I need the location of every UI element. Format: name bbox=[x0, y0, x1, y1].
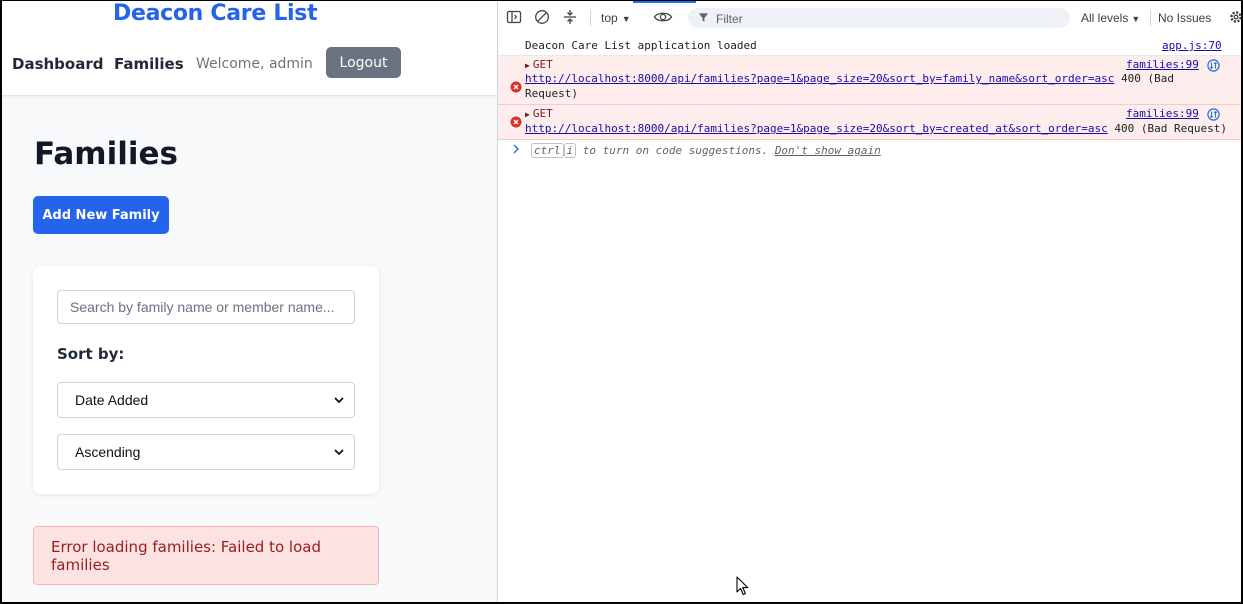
console-message-error: ▶ GET families:99 http://localhost:8000/a… bbox=[498, 56, 1243, 105]
app-header: Deacon Care List Dashboard Families Welc… bbox=[0, 0, 497, 96]
console-message-text: Deacon Care List application loaded bbox=[525, 39, 757, 52]
console-prompt-row[interactable]: ctrl i to turn on code suggestions. Don't… bbox=[498, 140, 1243, 162]
dont-show-again-link[interactable]: Don't show again bbox=[775, 144, 881, 157]
kbd-ctrl: ctrl bbox=[531, 143, 564, 158]
request-detail: http://localhost:8000/api/families?page=… bbox=[525, 72, 1174, 85]
prompt-chevron-icon bbox=[513, 144, 519, 154]
context-value: top bbox=[601, 11, 618, 25]
console-source-link[interactable]: families:99 bbox=[1126, 58, 1199, 71]
code-suggestions-hint: ctrl i to turn on code suggestions. Don't… bbox=[531, 143, 881, 158]
request-status: 400 (Bad bbox=[1121, 72, 1175, 85]
network-request-icon[interactable] bbox=[1207, 108, 1220, 121]
context-selector[interactable]: top ▼ bbox=[601, 11, 631, 25]
sort-order-value: Ascending bbox=[75, 444, 141, 460]
request-method: GET bbox=[532, 58, 553, 71]
logout-button[interactable]: Logout bbox=[326, 47, 401, 78]
sort-label: Sort by: bbox=[57, 345, 125, 363]
chevron-down-icon bbox=[334, 397, 344, 404]
expand-triangle-icon: ▶ bbox=[525, 61, 530, 70]
brand-title[interactable]: Deacon Care List bbox=[113, 1, 318, 26]
request-url-link[interactable]: http://localhost:8000/api/families?page=… bbox=[525, 122, 1108, 135]
kbd-i: i bbox=[563, 143, 577, 158]
request-status: 400 (Bad Request) bbox=[1114, 122, 1228, 135]
console-prompt[interactable]: ctrl i to turn on code suggestions. Don't… bbox=[498, 140, 1243, 160]
add-family-button[interactable]: Add New Family bbox=[33, 196, 169, 234]
network-request-icon[interactable] bbox=[1207, 59, 1220, 72]
app-pane: Deacon Care List Dashboard Families Welc… bbox=[0, 0, 497, 604]
hint-text: to turn on code suggestions. bbox=[582, 144, 769, 157]
console-message-info: Deacon Care List application loaded app.… bbox=[498, 35, 1243, 56]
request-expander[interactable]: ▶ GET bbox=[525, 107, 553, 120]
request-url-link[interactable]: http://localhost:8000/api/families?page=… bbox=[525, 72, 1114, 85]
request-status-continued: Request) bbox=[525, 87, 578, 100]
clear-console-icon[interactable] bbox=[534, 9, 550, 25]
error-icon bbox=[510, 116, 522, 128]
log-levels-dropdown[interactable]: All levels ▼ bbox=[1081, 11, 1140, 25]
console-log: Deacon Care List application loaded app.… bbox=[498, 35, 1243, 162]
sort-field-value: Date Added bbox=[75, 392, 149, 408]
nav-dashboard-link[interactable]: Dashboard bbox=[12, 55, 103, 73]
sort-field-select[interactable]: Date Added bbox=[57, 382, 355, 418]
log-levels-value: All levels bbox=[1081, 11, 1129, 25]
group-similar-icon[interactable] bbox=[562, 9, 578, 25]
sort-order-select[interactable]: Ascending bbox=[57, 434, 355, 470]
console-source-link[interactable]: app.js:70 bbox=[1162, 39, 1222, 52]
mouse-cursor-icon bbox=[736, 576, 749, 596]
error-alert: Error loading families: Failed to load f… bbox=[33, 526, 379, 585]
filter-card: Sort by: Date Added Ascending bbox=[33, 266, 379, 494]
console-source-link[interactable]: families:99 bbox=[1126, 107, 1199, 120]
search-input[interactable] bbox=[57, 290, 355, 324]
console-filter-input[interactable]: Filter bbox=[688, 8, 1070, 28]
toolbar-divider bbox=[590, 10, 591, 26]
request-expander[interactable]: ▶ GET bbox=[525, 58, 553, 71]
welcome-text: Welcome, admin bbox=[196, 56, 313, 72]
devtools-pane: top ▼ Filter All levels ▼ No Issues Deacon… bbox=[497, 0, 1243, 604]
issues-counter[interactable]: No Issues bbox=[1158, 11, 1211, 25]
filter-icon bbox=[698, 13, 709, 22]
console-toolbar: top ▼ Filter All levels ▼ No Issues bbox=[498, 3, 1243, 33]
toolbar-divider bbox=[1150, 10, 1151, 26]
eye-icon[interactable] bbox=[653, 9, 673, 25]
page-title: Families bbox=[34, 136, 178, 172]
sidebar-toggle-icon[interactable] bbox=[506, 9, 522, 25]
gear-icon[interactable] bbox=[1228, 9, 1243, 25]
filter-placeholder: Filter bbox=[716, 12, 743, 26]
request-method: GET bbox=[532, 107, 553, 120]
caret-down-icon: ▼ bbox=[621, 14, 631, 24]
request-detail: http://localhost:8000/api/families?page=… bbox=[525, 122, 1227, 135]
caret-down-icon: ▼ bbox=[1131, 14, 1141, 24]
expand-triangle-icon: ▶ bbox=[525, 110, 530, 119]
error-icon bbox=[510, 81, 522, 93]
nav-families-link[interactable]: Families bbox=[114, 55, 184, 73]
console-message-error: ▶ GET families:99 http://localhost:8000/a… bbox=[498, 105, 1243, 140]
chevron-down-icon bbox=[334, 449, 344, 456]
